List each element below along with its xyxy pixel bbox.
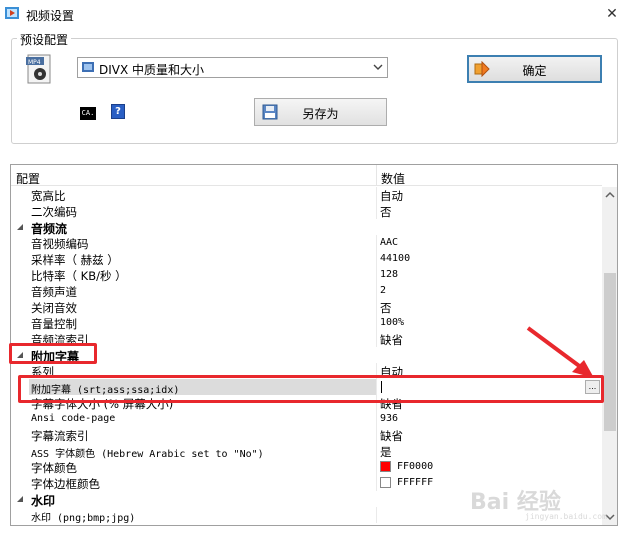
table-row[interactable]: 音频声道 2 (11, 283, 602, 299)
highlight-box-subtitle-category (9, 343, 97, 364)
row-value[interactable]: AAC (380, 237, 398, 248)
table-row[interactable]: 比特率（ KB/秒 ） 128 (11, 267, 602, 283)
row-value[interactable]: 缺省 (380, 332, 403, 348)
preset-dropdown[interactable]: DIVX 中质量和大小 (77, 57, 388, 78)
table-row[interactable]: 二次编码 否 (11, 203, 602, 219)
mp4-file-icon: MP4 (26, 54, 51, 84)
color-swatch[interactable] (380, 461, 391, 472)
row-name: 采样率（ 赫兹 ） (31, 253, 119, 267)
preset-dropdown-value: DIVX 中质量和大小 (99, 63, 205, 77)
row-name: 比特率（ KB/秒 ） (31, 269, 127, 283)
header-config: 配置 (16, 172, 41, 186)
row-value[interactable]: 936 (380, 413, 398, 424)
ok-button[interactable]: 确定 (467, 55, 602, 83)
row-value[interactable]: 否 (380, 204, 392, 220)
table-row[interactable]: 宽高比 自动 (11, 187, 602, 203)
table-row[interactable]: Ansi code-page 936 (11, 411, 602, 427)
chevron-down-icon (373, 64, 383, 70)
row-value[interactable]: FF0000 (397, 461, 433, 472)
save-as-button[interactable]: 另存为 (254, 98, 387, 126)
preset-groupbox (11, 38, 618, 144)
command-line-icon[interactable]: CA. (80, 107, 96, 120)
row-name: Ansi code-page (31, 413, 116, 424)
row-name: 宽高比 (31, 189, 66, 203)
grid-rows: 宽高比 自动 二次编码 否 音频流 音视频编码 AAC 采样率（ 赫兹 ） 44… (11, 187, 602, 524)
scroll-thumb[interactable] (604, 273, 616, 431)
table-row[interactable]: 字体颜色 FF0000 (11, 459, 602, 475)
title-bar: 视频设置 ✕ (0, 0, 627, 28)
row-name: 音量控制 (31, 317, 77, 331)
row-value[interactable]: 否 (380, 300, 392, 316)
row-name: 水印 (png;bmp;jpg) (31, 513, 136, 524)
row-name: 二次编码 (31, 205, 77, 219)
row-name: 音视频编码 (31, 237, 89, 251)
close-button[interactable]: ✕ (600, 2, 624, 26)
red-arrow-icon (526, 326, 594, 378)
table-row[interactable]: 音视频编码 AAC (11, 235, 602, 251)
help-icon[interactable]: ? (111, 104, 125, 119)
vertical-scrollbar[interactable] (602, 187, 618, 525)
table-row[interactable]: 音量控制 100% (11, 315, 602, 331)
row-value[interactable]: 44100 (380, 253, 410, 264)
app-icon (5, 7, 19, 19)
row-name: 字体边框颜色 (31, 477, 100, 491)
preset-group-title: 预设配置 (17, 31, 72, 48)
category-audio-stream[interactable]: 音频流 (11, 219, 602, 236)
scroll-up-icon[interactable] (602, 187, 618, 203)
film-icon (82, 62, 94, 72)
collapse-triangle-icon[interactable] (16, 223, 24, 231)
row-value[interactable]: 缺省 (380, 428, 403, 444)
baidu-watermark-logo: Bai 经验 jingyan.baidu.com (470, 484, 610, 524)
table-row[interactable]: 关闭音效 否 (11, 299, 602, 315)
table-row[interactable]: 字幕流索引 缺省 (11, 427, 602, 443)
category-subtitles[interactable]: 附加字幕 (11, 347, 602, 364)
row-name: 字幕流索引 (31, 429, 89, 443)
header-value: 数值 (381, 172, 406, 186)
grid-header: 配置 数值 (11, 165, 602, 186)
color-swatch[interactable] (380, 477, 391, 488)
row-value[interactable]: 是 (380, 444, 392, 460)
table-row[interactable]: 音频流索引 缺省 (11, 331, 602, 347)
collapse-triangle-icon[interactable] (16, 495, 24, 503)
row-value[interactable]: 自动 (380, 188, 403, 204)
watermark-url: jingyan.baidu.com (525, 512, 607, 521)
window-title: 视频设置 (26, 9, 75, 23)
row-value[interactable]: 2 (380, 285, 386, 296)
ok-button-label: 确定 (522, 64, 547, 78)
save-as-button-label: 另存为 (302, 107, 339, 121)
table-row[interactable]: 采样率（ 赫兹 ） 44100 (11, 251, 602, 267)
row-value[interactable]: FFFFFF (397, 477, 433, 488)
row-value[interactable]: 100% (380, 317, 404, 328)
table-row[interactable]: ASS 字体颜色 (Hebrew Arabic set to "No") 是 (11, 443, 602, 460)
row-name: ASS 字体颜色 (Hebrew Arabic set to "No") (31, 449, 264, 460)
svg-text:MP4: MP4 (28, 59, 41, 66)
row-name: 字体颜色 (31, 461, 77, 475)
highlight-box-subtitle-row (18, 375, 604, 403)
row-name: 音频声道 (31, 285, 77, 299)
row-name: 关闭音效 (31, 301, 77, 315)
row-value[interactable]: 128 (380, 269, 398, 280)
